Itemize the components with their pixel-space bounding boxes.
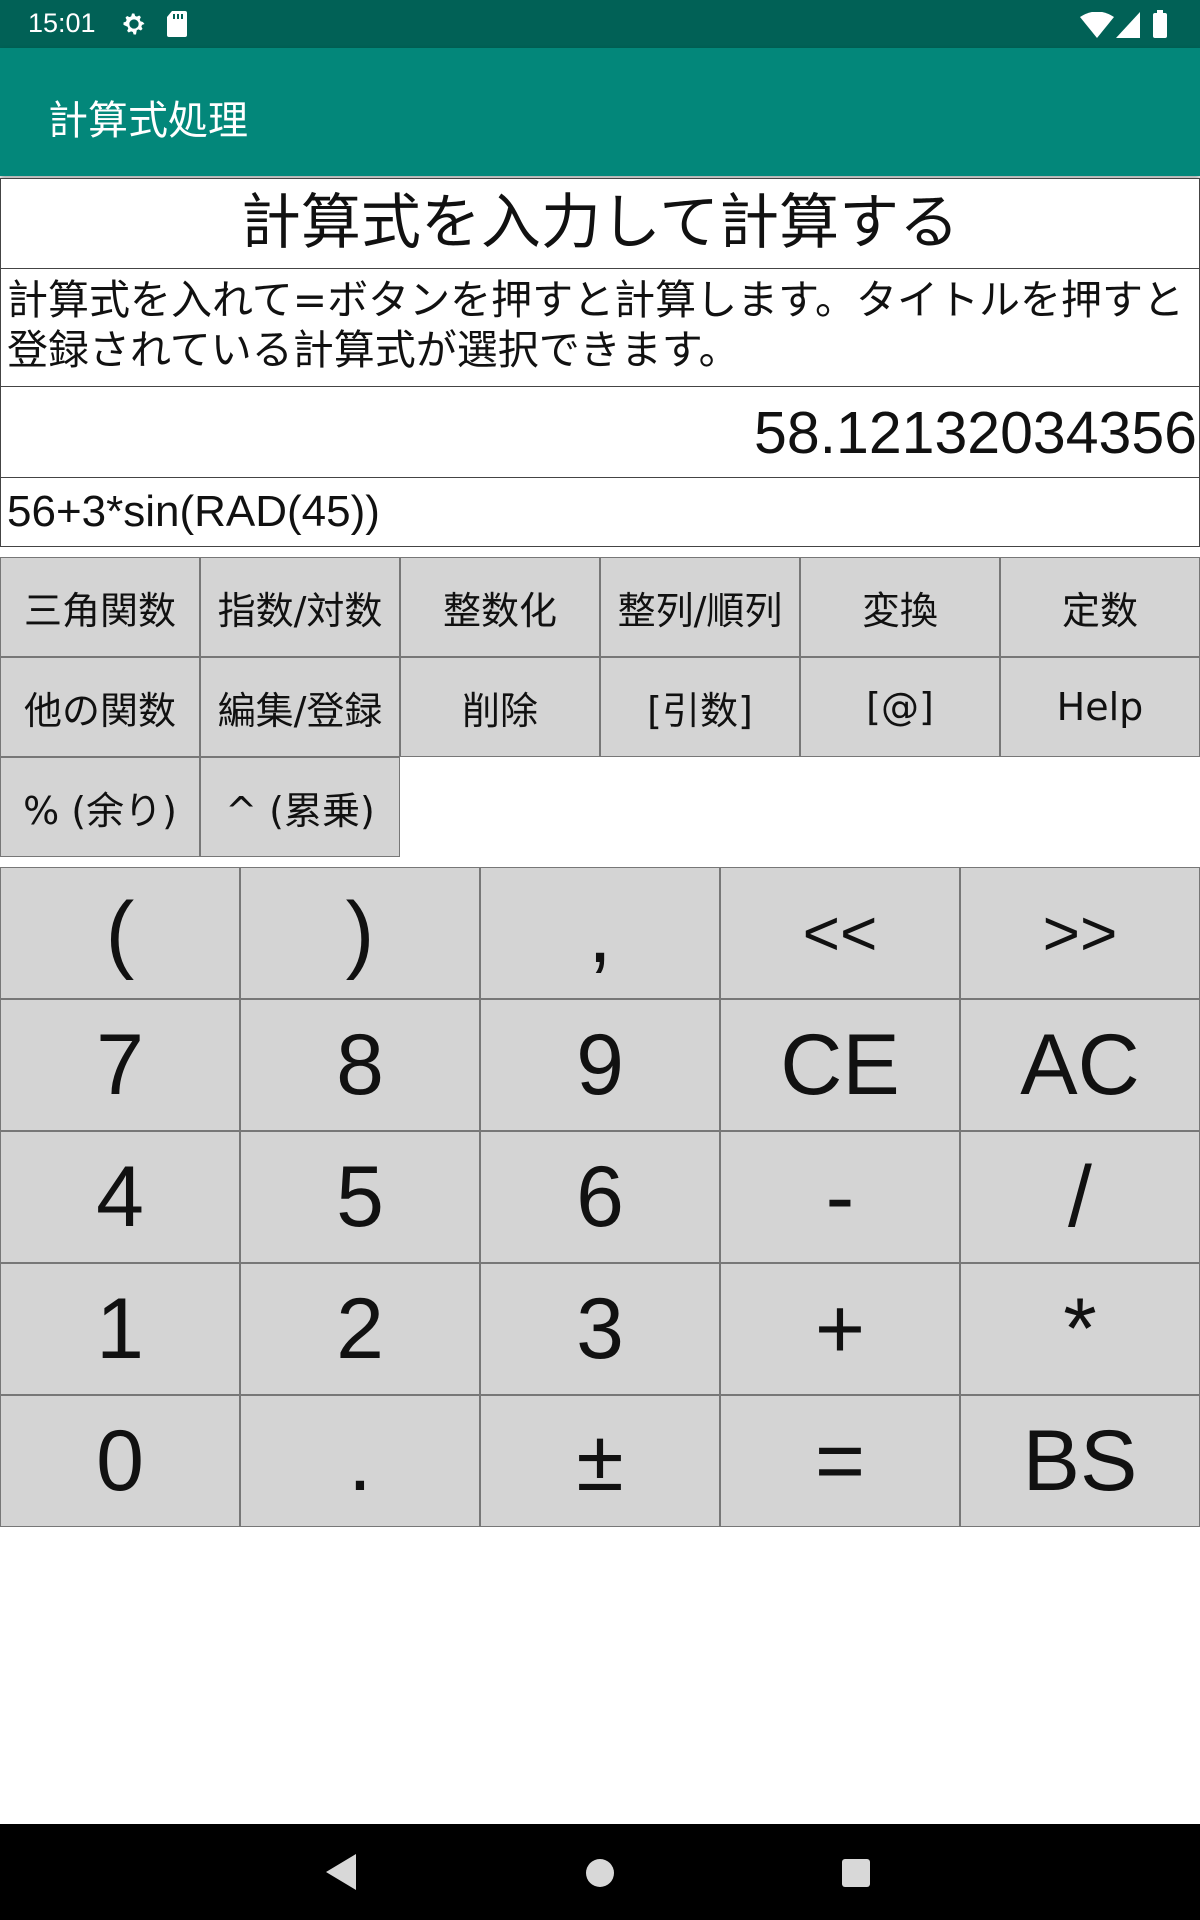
key-7[interactable]: 7: [0, 999, 240, 1131]
result-display: 58.12132034356: [0, 386, 1200, 479]
key-multiply[interactable]: *: [960, 1263, 1200, 1395]
help-button[interactable]: Help: [1000, 657, 1200, 757]
key-divide[interactable]: /: [960, 1131, 1200, 1263]
key-3[interactable]: 3: [480, 1263, 720, 1395]
key-9[interactable]: 9: [480, 999, 720, 1131]
key-1[interactable]: 1: [0, 1263, 240, 1395]
key-2[interactable]: 2: [240, 1263, 480, 1395]
key-equals[interactable]: =: [720, 1395, 960, 1527]
status-time: 15:01: [28, 8, 96, 38]
key-comma[interactable]: ,: [480, 867, 720, 999]
app-bar: 計算式処理: [0, 48, 1200, 176]
key-open-paren[interactable]: (: [0, 867, 240, 999]
at-button[interactable]: [@]: [800, 657, 1000, 757]
key-plus[interactable]: +: [720, 1263, 960, 1395]
app-title[interactable]: 計算式処理: [48, 88, 248, 146]
combination-permutation-button[interactable]: 整列/順列: [600, 557, 800, 657]
key-close-paren[interactable]: ): [240, 867, 480, 999]
exp-log-button[interactable]: 指数/対数: [200, 557, 400, 657]
modulo-button[interactable]: % (余り): [0, 757, 200, 857]
key-decimal[interactable]: .: [240, 1395, 480, 1527]
battery-icon: [1152, 10, 1168, 42]
sd-card-icon: [166, 10, 188, 42]
key-5[interactable]: 5: [240, 1131, 480, 1263]
edit-register-button[interactable]: 編集/登録: [200, 657, 400, 757]
key-all-clear[interactable]: AC: [960, 999, 1200, 1131]
trig-functions-button[interactable]: 三角関数: [0, 557, 200, 657]
convert-button[interactable]: 変換: [800, 557, 1000, 657]
key-cursor-left[interactable]: <<: [720, 867, 960, 999]
key-4[interactable]: 4: [0, 1131, 240, 1263]
key-6[interactable]: 6: [480, 1131, 720, 1263]
recents-icon[interactable]: [842, 1859, 870, 1891]
key-backspace[interactable]: BS: [960, 1395, 1200, 1527]
navigation-bar: [0, 1824, 1200, 1920]
constants-button[interactable]: 定数: [1000, 557, 1200, 657]
argument-button[interactable]: [引数]: [600, 657, 800, 757]
back-icon[interactable]: [326, 1854, 358, 1894]
key-minus[interactable]: -: [720, 1131, 960, 1263]
key-clear-entry[interactable]: CE: [720, 999, 960, 1131]
power-button[interactable]: ^ (累乗): [200, 757, 400, 857]
status-bar: 15:01: [0, 0, 1200, 48]
page-title[interactable]: 計算式を入力して計算する: [0, 178, 1200, 270]
key-plus-minus[interactable]: ±: [480, 1395, 720, 1527]
delete-button[interactable]: 削除: [400, 657, 600, 757]
home-icon[interactable]: [585, 1858, 615, 1892]
other-functions-button[interactable]: 他の関数: [0, 657, 200, 757]
key-8[interactable]: 8: [240, 999, 480, 1131]
integer-button[interactable]: 整数化: [400, 557, 600, 657]
description-text: 計算式を入れて=ボタンを押すと計算します。タイトルを押すと登録されている計算式が…: [0, 268, 1200, 388]
signal-icon: [1116, 12, 1140, 42]
key-cursor-right[interactable]: >>: [960, 867, 1200, 999]
gear-icon: [120, 10, 148, 42]
wifi-icon: [1080, 11, 1114, 42]
formula-input[interactable]: 56+3*sin(RAD(45)): [0, 477, 1200, 547]
key-0[interactable]: 0: [0, 1395, 240, 1527]
